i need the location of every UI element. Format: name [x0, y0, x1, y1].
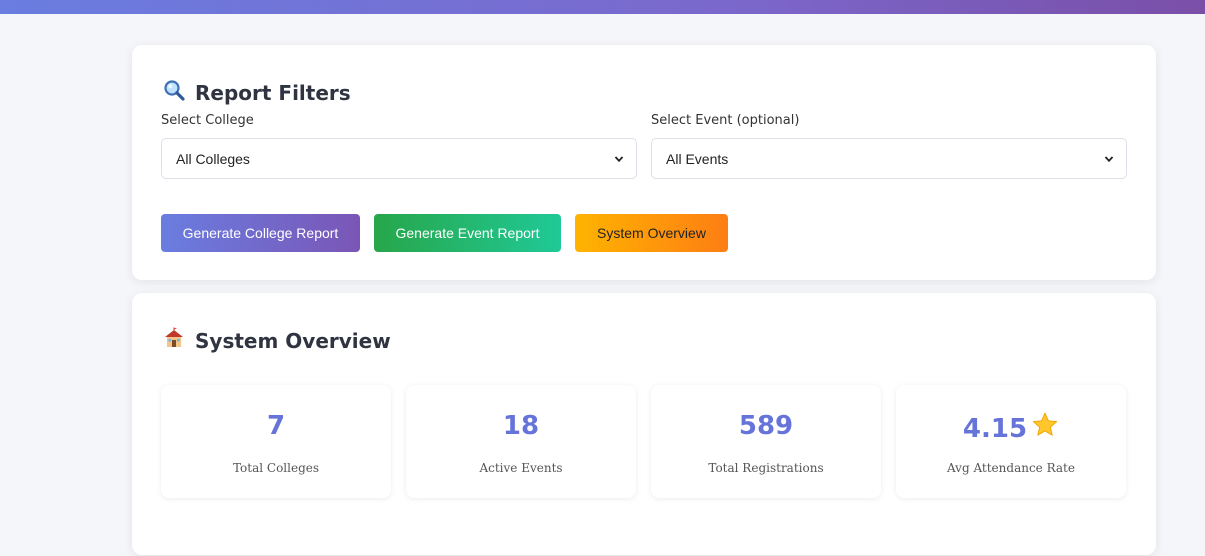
system-overview-card: System Overview 7 Total Colleges 18 Acti…	[132, 293, 1156, 555]
stat-card-avg-attendance-rate: 4.15 Avg Attendance Rate	[896, 385, 1126, 498]
stat-value: 4.15	[896, 411, 1126, 446]
event-select-value: All Events	[666, 150, 729, 167]
stat-card-total-registrations: 589 Total Registrations	[651, 385, 881, 498]
stat-number: 7	[266, 411, 286, 441]
stat-value: 589	[651, 411, 881, 441]
stat-value: 18	[406, 411, 636, 441]
stat-label: Avg Attendance Rate	[947, 461, 1075, 475]
system-overview-title: System Overview	[195, 328, 391, 353]
star-icon	[1031, 411, 1059, 446]
stat-number: 4.15	[962, 413, 1028, 444]
system-overview-heading: System Overview	[163, 327, 391, 354]
generate-college-report-button[interactable]: Generate College Report	[161, 214, 360, 252]
select-college-label: Select College	[161, 113, 254, 128]
chevron-down-icon	[1104, 151, 1114, 167]
magnifier-icon	[163, 79, 185, 106]
school-building-icon	[163, 327, 185, 354]
select-event-label: Select Event (optional)	[651, 113, 800, 128]
stat-label: Total Colleges	[232, 461, 320, 475]
report-filters-title: Report Filters	[195, 80, 351, 105]
event-select[interactable]: All Events	[651, 138, 1127, 179]
report-filters-heading: Report Filters	[163, 79, 351, 106]
stat-label: Total Registrations	[708, 461, 824, 475]
system-overview-button[interactable]: System Overview	[575, 214, 728, 252]
stat-number: 589	[738, 411, 794, 441]
top-accent-bar	[0, 0, 1205, 14]
stat-card-active-events: 18 Active Events	[406, 385, 636, 498]
college-select-value: All Colleges	[176, 150, 250, 167]
report-filters-card: Report Filters Select College Select Eve…	[132, 45, 1156, 280]
college-select[interactable]: All Colleges	[161, 138, 637, 179]
stat-card-total-colleges: 7 Total Colleges	[161, 385, 391, 498]
stat-label: Active Events	[479, 461, 563, 475]
stat-value: 7	[161, 411, 391, 441]
chevron-down-icon	[614, 151, 624, 167]
stat-number: 18	[502, 411, 540, 441]
generate-event-report-button[interactable]: Generate Event Report	[374, 214, 561, 252]
